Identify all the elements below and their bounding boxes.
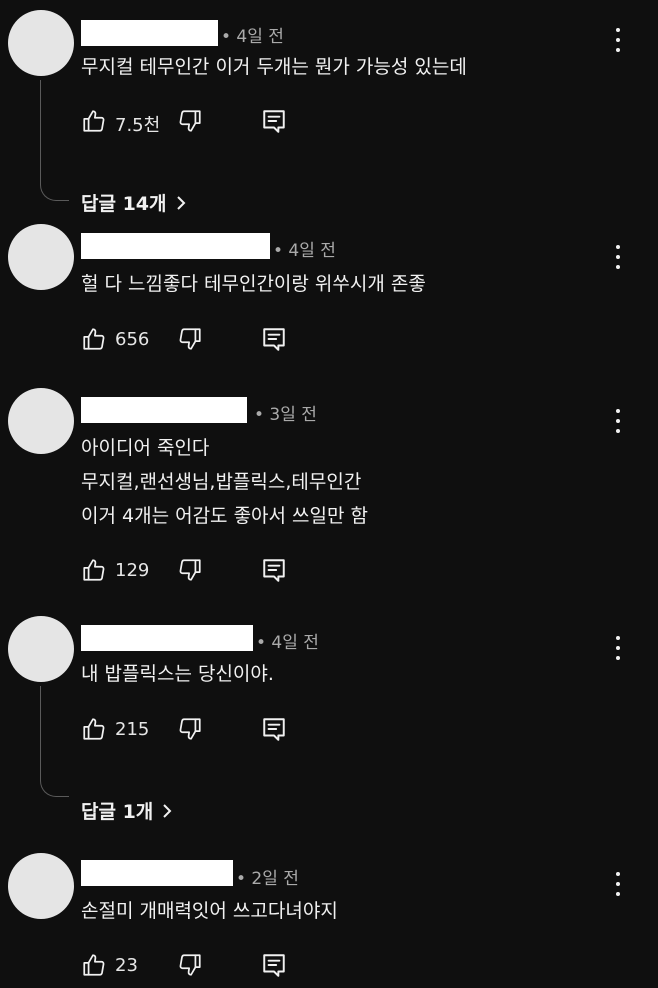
comment-text: 내 밥플릭스는 당신이야. [81,657,274,691]
comment-text: 헐 다 느낌좋다 테무인간이랑 위쑤시개 존좋 [81,267,426,301]
replies-button[interactable]: 답글 1개 [81,797,173,824]
thumbs-up-icon[interactable] [81,326,107,352]
like-count: 215 [115,719,150,740]
more-options-button[interactable] [608,872,628,896]
more-options-button[interactable] [608,245,628,269]
comment-reply-icon[interactable] [261,326,287,352]
avatar[interactable] [8,388,74,454]
more-options-button[interactable] [608,636,628,660]
like-count: 23 [115,955,138,976]
comment-time: • 4일 전 [273,241,336,261]
redacted-username[interactable] [81,397,247,423]
comment-time: • 4일 전 [221,27,284,47]
redacted-username[interactable] [81,20,218,46]
thread-line [40,686,69,797]
thumbs-down-icon[interactable] [177,108,203,134]
like-count: 656 [115,329,150,350]
thumbs-down-icon[interactable] [177,716,203,742]
avatar[interactable] [8,224,74,290]
comment-text-line: 손절미 개매력잇어 쓰고다녀야지 [81,900,338,922]
thumbs-up-icon[interactable] [81,557,107,583]
replies-button[interactable]: 답글 14개 [81,189,187,216]
redacted-username[interactable] [81,625,253,651]
comment-time: • 3일 전 [254,405,317,425]
thumbs-up-icon[interactable] [81,952,107,978]
chevron-right-icon [163,803,172,818]
thumbs-down-icon[interactable] [177,326,203,352]
avatar[interactable] [8,616,74,682]
like-count: 7.5천 [115,115,161,136]
comment-text-line: 헐 다 느낌좋다 테무인간이랑 위쑤시개 존좋 [81,273,426,295]
replies-label: 답글 1개 [81,801,154,823]
comment-text-line: 이거 4개는 어감도 좋아서 쓰일만 함 [81,505,369,527]
thumbs-down-icon[interactable] [177,952,203,978]
comment-time: • 2일 전 [236,869,299,889]
comment-text: 아이디어 죽인다 무지컬,랜선생님,밥플릭스,테무인간 이거 4개는 어감도 좋… [81,431,368,533]
comment-reply-icon[interactable] [261,108,287,134]
thumbs-up-icon[interactable] [81,716,107,742]
comment-text-line: 무지컬,랜선생님,밥플릭스,테무인간 [81,471,362,493]
chevron-right-icon [176,195,185,210]
more-options-button[interactable] [608,28,628,52]
comment-reply-icon[interactable] [261,716,287,742]
avatar[interactable] [8,10,74,76]
replies-label: 답글 14개 [81,193,167,215]
comment-text-line: 무지컬 테무인간 이거 두개는 뭔가 가능성 있는데 [81,56,467,78]
comment-reply-icon[interactable] [261,952,287,978]
comment-text: 무지컬 테무인간 이거 두개는 뭔가 가능성 있는데 [81,50,467,84]
comment-text: 손절미 개매력잇어 쓰고다녀야지 [81,894,338,928]
redacted-username[interactable] [81,233,270,259]
comment-time: • 4일 전 [256,633,319,653]
more-options-button[interactable] [608,409,628,433]
redacted-username[interactable] [81,860,233,886]
comment-reply-icon[interactable] [261,557,287,583]
like-count: 129 [115,560,150,581]
avatar[interactable] [8,853,74,919]
comment-text-line: 내 밥플릭스는 당신이야. [81,663,274,685]
thread-line [40,80,69,201]
comment-text-line: 아이디어 죽인다 [81,437,210,459]
thumbs-up-icon[interactable] [81,108,107,134]
thumbs-down-icon[interactable] [177,557,203,583]
